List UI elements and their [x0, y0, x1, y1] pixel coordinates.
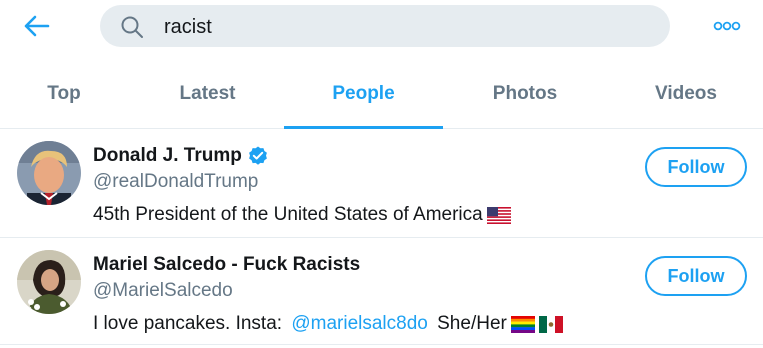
search-tabs: Top Latest People Photos Videos: [0, 62, 763, 129]
mexico-flag-icon: [538, 315, 563, 333]
avatar[interactable]: [17, 141, 81, 205]
rainbow-flag-icon: [510, 315, 535, 333]
tab-photos[interactable]: Photos: [465, 62, 585, 126]
user-name[interactable]: Donald J. Trump: [93, 144, 633, 168]
back-button[interactable]: [22, 12, 52, 40]
more-options-icon: [713, 21, 741, 31]
top-bar: racist: [0, 0, 763, 52]
tab-top[interactable]: Top: [0, 62, 128, 126]
bio-mention-link[interactable]: @marielsalc8do: [291, 313, 428, 335]
avatar[interactable]: [17, 250, 81, 314]
verified-badge-icon: [248, 146, 267, 165]
us-flag-icon: [486, 206, 511, 224]
search-field[interactable]: racist: [100, 5, 670, 47]
user-name[interactable]: Mariel Salcedo - Fuck Racists: [93, 253, 633, 277]
follow-button[interactable]: Follow: [645, 147, 747, 187]
follow-button[interactable]: Follow: [645, 256, 747, 296]
tab-latest[interactable]: Latest: [150, 62, 265, 126]
user-handle: @MarielSalcedo: [93, 280, 233, 301]
user-handle: @realDonaldTrump: [93, 171, 259, 192]
bio-text-suffix: She/Her: [431, 313, 507, 334]
bio-text: I love pancakes. Insta:: [93, 313, 288, 334]
display-name[interactable]: Donald J. Trump: [93, 145, 242, 167]
user-bio: I love pancakes. Insta: @marielsalc8do S…: [93, 312, 633, 336]
back-arrow-icon: [24, 15, 50, 37]
user-bio: 45th President of the United States of A…: [93, 203, 633, 227]
more-options-button[interactable]: [712, 14, 742, 38]
bio-text: 45th President of the United States of A…: [93, 204, 483, 225]
search-icon: [121, 16, 143, 38]
user-result-row[interactable]: Donald J. Trump @realDonaldTrump 45th Pr…: [0, 129, 763, 238]
tab-videos[interactable]: Videos: [630, 62, 742, 126]
display-name[interactable]: Mariel Salcedo - Fuck Racists: [93, 254, 360, 276]
tab-people[interactable]: People: [284, 62, 443, 129]
user-result-row[interactable]: Mariel Salcedo - Fuck Racists @MarielSal…: [0, 238, 763, 345]
search-input[interactable]: racist: [164, 16, 212, 39]
